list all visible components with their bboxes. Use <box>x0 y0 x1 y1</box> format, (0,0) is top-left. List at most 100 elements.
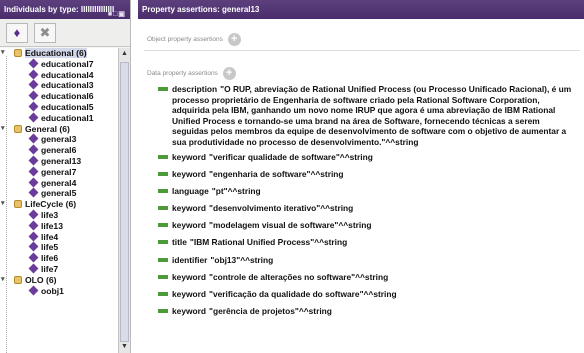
delete-individual-icon[interactable]: ✖ <box>34 23 56 43</box>
add-data-property-icon[interactable]: + <box>222 67 236 80</box>
tree-individual-node[interactable]: educational5 <box>0 101 118 113</box>
tree-node-label: LifeCycle (6) <box>25 199 77 210</box>
tree-individual-node[interactable]: general6 <box>0 144 118 156</box>
individuals-panel: Individuals by type: IIIIIIIIIIIIIII ■□▣… <box>0 0 131 353</box>
tree-class-node[interactable]: ▾ OLO (6) <box>0 275 118 286</box>
window-buttons-icon[interactable]: ■□▣ <box>108 5 126 24</box>
tree-individual-node[interactable]: general3 <box>0 133 118 145</box>
tree-individual-node[interactable]: life7 <box>0 263 118 275</box>
individual-icon <box>28 144 39 155</box>
data-property-assertion[interactable]: keyword "desenvolvimento iterativo"^^stri… <box>158 203 578 214</box>
class-icon <box>14 124 22 133</box>
tree-individual-node[interactable]: general5 <box>0 187 118 199</box>
assertion-value: "gerência de projetos"^^string <box>208 305 332 316</box>
expand-icon[interactable]: ▾ <box>1 275 5 286</box>
data-property-icon <box>158 308 168 313</box>
data-property-icon <box>158 274 168 279</box>
data-property-assertion[interactable]: title "IBM Rational Unified Process"^^str… <box>158 237 578 248</box>
assertion-value: "engenharia de software"^^string <box>208 169 344 180</box>
add-object-property-icon[interactable]: + <box>227 33 241 46</box>
tree-node-label: life13 <box>41 220 63 231</box>
scroll-thumb[interactable] <box>120 62 129 342</box>
tree-individual-node[interactable]: general7 <box>0 166 118 178</box>
tree-node-label: educational1 <box>41 112 94 123</box>
tree-class-node[interactable]: ▾ Educational (6) <box>0 48 118 59</box>
class-icon <box>14 49 22 57</box>
object-property-section: Object property assertions + <box>147 33 241 46</box>
tree-node-label: general5 <box>41 188 77 199</box>
assertion-value: "modelagem visual de software"^^string <box>208 220 372 231</box>
assertion-value: "desenvolvimento iterativo"^^string <box>208 203 354 214</box>
data-property-assertion[interactable]: language "pt"^^string <box>158 186 578 197</box>
assertion-property: title <box>172 237 187 248</box>
tree-node-label: general4 <box>41 177 77 188</box>
tree-individual-node[interactable]: educational6 <box>0 90 118 102</box>
tree-scrollbar[interactable]: ▲ ▼ <box>118 48 130 353</box>
tree-individual-node[interactable]: life13 <box>0 220 118 232</box>
expand-icon[interactable]: ▾ <box>1 199 5 210</box>
data-property-assertion[interactable]: keyword "engenharia de software"^^string <box>158 169 578 180</box>
tree-individual-node[interactable]: life4 <box>0 231 118 243</box>
assertion-property: keyword <box>172 271 206 282</box>
tree-node-label: life4 <box>41 231 59 242</box>
data-property-assertion[interactable]: keyword "gerência de projetos"^^string <box>158 306 578 317</box>
tree-individual-node[interactable]: life5 <box>0 241 118 253</box>
tree-class-node[interactable]: ▾ LifeCycle (6) <box>0 199 118 210</box>
tree-node-label: general6 <box>41 145 77 156</box>
tree-node-label: Educational (6) <box>25 48 87 58</box>
data-property-assertion[interactable]: keyword "verificação da qualidade do soft… <box>158 289 578 300</box>
tree-node-label: general7 <box>41 166 77 177</box>
assertion-property: language <box>172 186 209 197</box>
data-property-icon <box>158 206 168 211</box>
data-property-assertion[interactable]: keyword "verificar qualidade de software"… <box>158 152 578 163</box>
property-assertions-panel: Property assertions: general13 Object pr… <box>138 0 584 353</box>
tree-individual-node[interactable]: educational7 <box>0 58 118 70</box>
individual-icon <box>28 220 39 231</box>
tree-node-label: General (6) <box>25 123 70 134</box>
expand-icon[interactable]: ▾ <box>1 124 5 135</box>
data-property-assertion[interactable]: keyword "controle de alterações no softwa… <box>158 272 578 283</box>
tree-individual-node[interactable]: educational3 <box>0 79 118 91</box>
tree-individual-node[interactable]: life3 <box>0 209 118 221</box>
individual-icon <box>28 90 39 101</box>
assertion-property: keyword <box>172 220 206 231</box>
individuals-panel-title-text: Individuals by type: IIIIIIIIIIIIIII <box>4 5 115 14</box>
data-property-icon <box>158 172 168 177</box>
tree-individual-node[interactable]: educational4 <box>0 69 118 81</box>
data-property-assertion[interactable]: keyword "modelagem visual de software"^^s… <box>158 220 578 231</box>
individual-icon <box>28 177 39 188</box>
assertion-property: keyword <box>172 305 206 316</box>
scroll-up-icon[interactable]: ▲ <box>119 48 130 60</box>
individuals-toolbar: ♦ ✖ <box>0 19 130 47</box>
tree-individual-node[interactable]: life6 <box>0 252 118 264</box>
data-property-assertion[interactable]: description "O RUP, abreviação de Rationa… <box>158 84 578 147</box>
data-property-label: Data property assertions <box>147 70 218 78</box>
tree-node-label: oobj1 <box>41 285 64 296</box>
object-property-list <box>144 50 580 66</box>
individual-icon <box>28 166 39 177</box>
add-individual-icon[interactable]: ♦ <box>6 23 28 43</box>
assertion-value: "verificação da qualidade do software"^^… <box>208 288 397 299</box>
data-property-icon <box>158 87 168 91</box>
tree-individual-node[interactable]: general4 <box>0 177 118 189</box>
data-property-assertion[interactable]: identifier "obj13"^^string <box>158 255 578 266</box>
tree-individual-node[interactable]: general13 <box>0 155 118 167</box>
scroll-down-icon[interactable]: ▼ <box>119 341 130 353</box>
expand-icon[interactable]: ▾ <box>1 48 5 59</box>
individual-icon <box>28 101 39 112</box>
tree-node-label: general13 <box>41 155 82 166</box>
tree-node-label: life7 <box>41 263 59 274</box>
class-icon <box>14 275 22 284</box>
tree-node-label: life6 <box>41 253 59 264</box>
property-assertions-title: Property assertions: general13 <box>138 0 584 19</box>
tree-node-label: educational3 <box>41 80 94 91</box>
tree-individual-node[interactable]: oobj1 <box>0 285 118 297</box>
assertion-property: keyword <box>172 288 206 299</box>
data-property-assertions-list: description "O RUP, abreviação de Rationa… <box>158 84 578 323</box>
tree-class-node[interactable]: ▾ General (6) <box>0 124 118 135</box>
assertion-value: "verificar qualidade de software"^^strin… <box>208 152 373 162</box>
tree-individual-node[interactable]: educational1 <box>0 112 118 124</box>
data-property-icon <box>158 257 168 262</box>
individual-icon <box>28 79 39 90</box>
tree-node-label: general3 <box>41 134 77 145</box>
